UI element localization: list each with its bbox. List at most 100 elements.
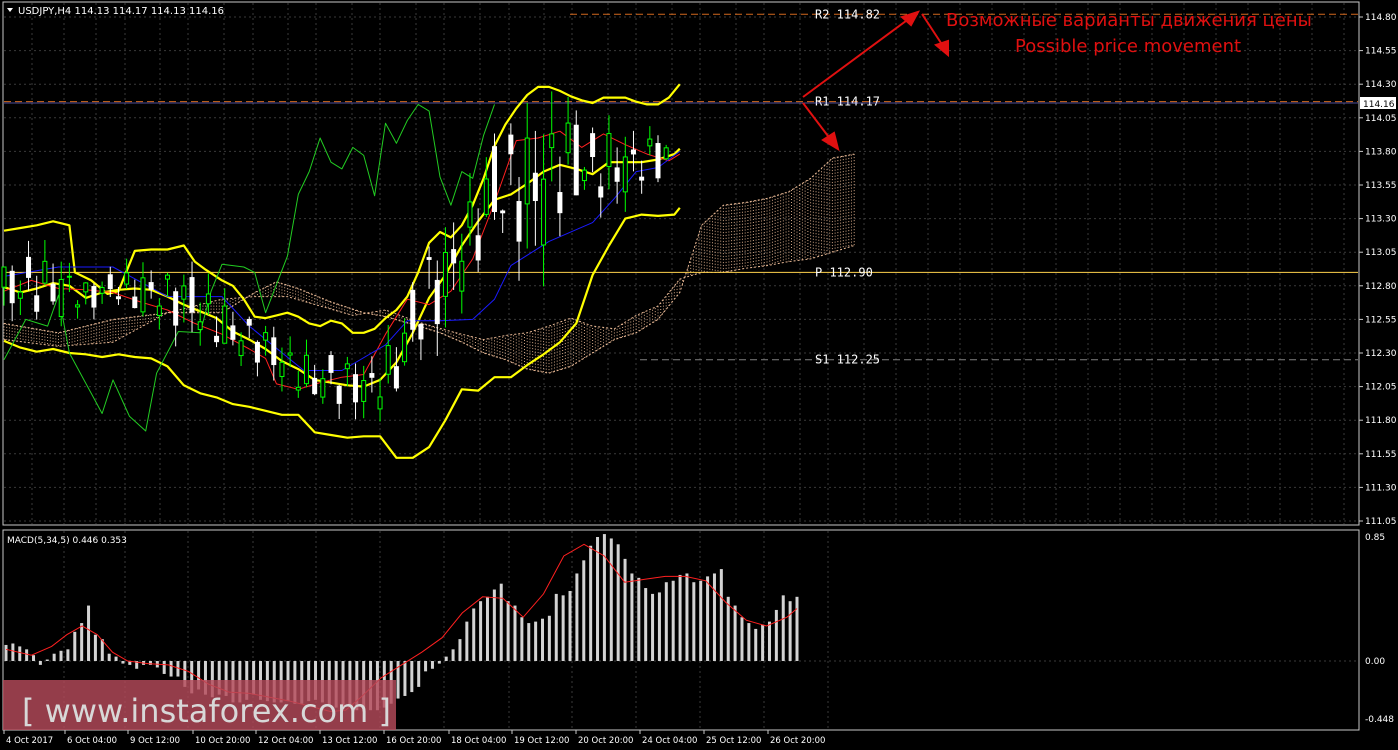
current-price-tag: 114.16 — [1363, 100, 1395, 110]
macd-bar — [403, 661, 407, 696]
macd-bar — [699, 580, 703, 661]
candle-body — [598, 186, 604, 198]
macd-bar — [25, 649, 29, 661]
candle-body — [467, 201, 473, 228]
candle-body — [639, 176, 645, 181]
candle-body — [214, 335, 220, 343]
macd-bar — [424, 661, 428, 672]
candle-body — [328, 355, 334, 373]
candle-body — [344, 363, 350, 370]
candle-body — [254, 341, 260, 363]
macd-bar — [781, 595, 785, 661]
annotation-en: Possible price movement — [1015, 36, 1241, 57]
macd-bar — [651, 593, 655, 661]
y-tick-label: 114.05 — [1365, 114, 1397, 124]
macd-bar — [93, 634, 97, 661]
candle-body — [565, 122, 571, 154]
y-tick-label: 112.30 — [1365, 349, 1397, 359]
macd-bar — [554, 593, 558, 661]
candle-body — [91, 286, 97, 308]
y-tick-label: 111.80 — [1365, 416, 1397, 426]
macd-bar — [465, 621, 469, 661]
macd-bar — [499, 583, 503, 661]
macd-bar — [458, 639, 462, 661]
candle-body — [508, 134, 514, 155]
macd-bar — [637, 577, 641, 661]
macd-bar — [747, 623, 751, 661]
level-label: S1 112.25 — [815, 353, 880, 367]
x-tick-label: 20 Oct 20:00 — [578, 736, 633, 746]
macd-bar — [726, 596, 730, 661]
x-tick-label: 4 Oct 2017 — [6, 736, 53, 746]
candle-body — [581, 169, 587, 182]
candle-body — [34, 295, 40, 312]
macd-bar — [80, 623, 84, 661]
price-chart[interactable]: R2 114.82 R1 114.17 P 112.90 S1 112.25 114.… — [0, 0, 1398, 750]
candle-body — [181, 285, 187, 300]
candle-body — [361, 380, 367, 402]
candle-body — [393, 366, 399, 389]
candle-body — [320, 378, 326, 398]
y-tick-label: 113.05 — [1365, 248, 1397, 258]
macd-bar — [616, 544, 620, 661]
macd-bar — [623, 558, 627, 661]
x-tick-label: 18 Oct 04:00 — [451, 736, 506, 746]
macd-bar — [527, 623, 531, 661]
macd-bar — [169, 661, 173, 677]
candle-body — [483, 178, 489, 215]
level-label: R2 114.82 — [815, 7, 880, 21]
macd-bar — [589, 545, 593, 661]
macd-bar — [761, 624, 765, 661]
candle-body — [622, 156, 628, 193]
y-tick-label: 113.30 — [1365, 215, 1397, 225]
macd-bar — [719, 569, 723, 661]
candle-body — [230, 325, 236, 340]
macd-bar — [547, 615, 551, 661]
macd-bar — [596, 537, 600, 661]
macd-bar — [121, 661, 125, 664]
macd-bar — [609, 538, 613, 661]
candle-body — [532, 172, 538, 201]
y-tick-label: 111.05 — [1365, 517, 1397, 527]
candle-body — [434, 279, 440, 325]
candle-body — [377, 396, 383, 410]
candle-body — [492, 146, 497, 213]
macd-bar — [788, 601, 792, 661]
candle-body — [50, 283, 56, 302]
macd-bar — [678, 574, 682, 661]
candle-body — [410, 289, 416, 330]
macd-bar — [18, 646, 22, 661]
candle-body — [1, 266, 7, 288]
macd-bar — [754, 628, 758, 661]
macd-bar — [430, 661, 434, 669]
macd-bar — [162, 661, 166, 674]
level-label: R1 114.17 — [815, 95, 880, 109]
macd-bar — [795, 596, 799, 661]
candle-body — [353, 374, 359, 403]
macd-bar — [630, 573, 634, 661]
candle-body — [197, 321, 203, 331]
candle-body — [295, 386, 301, 391]
candle-body — [124, 272, 130, 285]
macd-bar — [410, 661, 414, 693]
candle-body — [426, 257, 432, 260]
candle-body — [83, 282, 89, 293]
candle-body — [312, 377, 318, 395]
y-tick-label: 113.55 — [1365, 181, 1397, 191]
macd-bar — [561, 595, 565, 661]
macd-bar — [107, 653, 111, 661]
macd-bar — [32, 655, 36, 661]
candle-body — [402, 332, 408, 363]
macd-y-tick-label: 0.85 — [1365, 533, 1385, 543]
macd-bar — [437, 661, 441, 664]
x-tick-label: 16 Oct 20:00 — [386, 736, 441, 746]
macd-bar — [712, 573, 716, 661]
macd-bar — [541, 618, 545, 661]
macd-y-tick-label: 0.00 — [1365, 657, 1385, 667]
macd-bar — [657, 592, 661, 661]
candle-body — [140, 277, 146, 313]
y-tick-label: 112.80 — [1365, 282, 1397, 292]
candle-body — [606, 133, 612, 168]
x-tick-label: 9 Oct 12:00 — [130, 736, 180, 746]
candle-body — [99, 287, 105, 294]
